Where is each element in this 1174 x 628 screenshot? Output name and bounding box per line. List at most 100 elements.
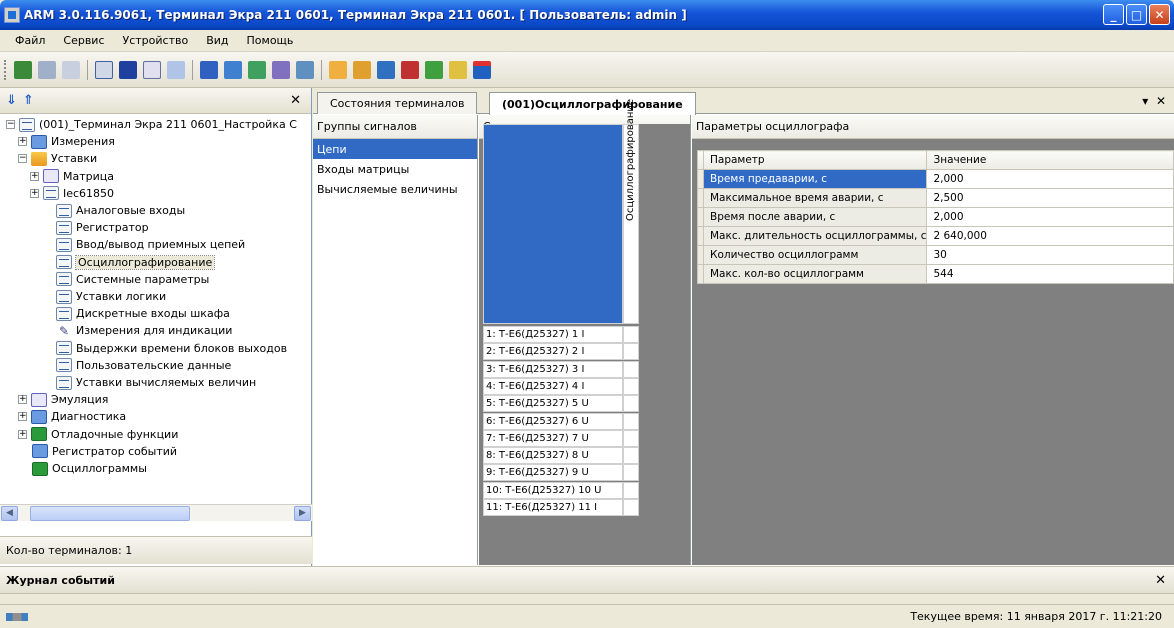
tree-item[interactable]: + Диагностика [18, 408, 126, 425]
tree-item[interactable]: + Отладочные функции [18, 426, 178, 443]
tree-item[interactable]: Системные параметры [56, 271, 209, 288]
close-journal-icon[interactable]: ✕ [1155, 573, 1166, 588]
signal-row[interactable]: 8: Т-Е6(Д25327) 8 U [483, 447, 623, 465]
signal-row[interactable]: 4: Т-Е6(Д25327) 4 I [483, 377, 623, 395]
filter-icon[interactable] [272, 60, 290, 79]
oscillography-checkbox[interactable] [623, 499, 639, 516]
tree-icon[interactable] [248, 60, 266, 79]
tree-item[interactable]: Ввод/вывод приемных цепей [56, 236, 245, 253]
tree-item[interactable]: − Уставки [18, 150, 97, 167]
scroll-right-icon[interactable]: ▶ [294, 506, 311, 521]
maximize-button[interactable]: □ [1126, 4, 1147, 25]
signal-row[interactable]: 2: Т-Е6(Д25327) 2 I [483, 343, 623, 361]
signal-row[interactable]: 3: Т-Е6(Д25327) 3 I [483, 360, 623, 378]
tree-item[interactable]: + Измерения [18, 133, 115, 150]
tree-item[interactable]: Уставки вычисляемых величин [56, 374, 256, 391]
collapse-icon[interactable]: − [6, 120, 15, 129]
layout-dropdown-icon[interactable] [167, 60, 185, 79]
signal-row[interactable]: 6: Т-Е6(Д25327) 6 U [483, 412, 623, 430]
connect-icon[interactable] [14, 60, 32, 79]
arrow-up-icon[interactable]: ⇑ [23, 93, 34, 108]
parameter-value[interactable]: 2 640,000 [926, 226, 1174, 246]
device-list-icon[interactable] [62, 60, 80, 79]
parameter-row[interactable]: Макс. длительность осциллограммы, с2 640… [697, 226, 1174, 246]
menu-file[interactable]: Файл [6, 34, 54, 47]
oscillography-checkbox[interactable] [623, 377, 639, 395]
parameter-value[interactable]: 2,000 [926, 207, 1174, 227]
parameter-row[interactable]: Максимальное время аварии, с 2,500 [697, 188, 1174, 208]
parameter-row[interactable]: Время предаварии, с 2,000 [697, 169, 1174, 189]
disconnect-icon[interactable] [38, 60, 56, 79]
menu-device[interactable]: Устройство [114, 34, 198, 47]
signal-row[interactable]: 11: Т-Е6(Д25327) 11 I [483, 499, 623, 516]
tree-item[interactable]: + Матрица [30, 168, 114, 185]
tree-item[interactable]: − (001)_Терминал Экра 211 0601_Настройка … [6, 116, 297, 133]
expand-icon[interactable]: + [18, 429, 27, 439]
menu-help[interactable]: Помощь [238, 34, 303, 47]
signal-group-item[interactable]: Цепи [313, 139, 477, 159]
tree-item[interactable]: Регистратор событий [32, 443, 177, 460]
signal-groups-list[interactable]: Цепи Входы матрицы Вычисляемые величины [313, 139, 477, 199]
oscillography-checkbox[interactable] [623, 447, 639, 465]
close-button[interactable]: ✕ [1149, 4, 1170, 25]
tree-item[interactable]: Регистратор [56, 219, 149, 236]
parameter-value[interactable]: 544 [926, 264, 1174, 284]
tools-icon[interactable] [449, 60, 467, 79]
signal-row[interactable]: 9: Т-Е6(Д25327) 9 U [483, 464, 623, 482]
signal-row[interactable]: 10: Т-Е6(Д25327) 10 U [483, 481, 623, 499]
tree-item[interactable]: Выдержки времени блоков выходов [56, 340, 287, 357]
close-tab-icon[interactable]: ✕ [1156, 94, 1166, 108]
signal-row[interactable]: 5: Т-Е6(Д25327) 5 U [483, 395, 623, 413]
oscillography-checkbox[interactable] [623, 412, 639, 430]
menu-service[interactable]: Сервис [54, 34, 113, 47]
edit-icon[interactable] [353, 60, 371, 79]
tree-item[interactable]: Аналоговые входы [56, 202, 185, 219]
arrow-down-icon[interactable]: ⇓ [6, 93, 17, 108]
tree-item[interactable]: Осциллографирование [56, 254, 216, 271]
tree-item[interactable]: ✎ Измерения для индикации [56, 322, 232, 339]
oscillography-checkbox[interactable] [623, 464, 639, 482]
signals-grid[interactable]: Осциллографирование 1: Т-Е6(Д25327) 1 I2… [483, 99, 690, 536]
read-icon[interactable] [200, 60, 218, 79]
signal-row[interactable]: 1: Т-Е6(Д25327) 1 I [483, 326, 623, 343]
tab-oscillography[interactable]: (001)Осциллографирование [489, 92, 696, 115]
minimize-button[interactable]: _ [1103, 4, 1124, 25]
close-icon[interactable]: ✕ [290, 93, 301, 108]
open-icon[interactable] [329, 60, 347, 79]
scroll-left-icon[interactable]: ◀ [1, 506, 18, 521]
dropdown-icon[interactable]: ▾ [1142, 94, 1148, 108]
toolbar-grip[interactable] [4, 59, 7, 80]
oscillography-checkbox[interactable] [623, 429, 639, 447]
menu-view[interactable]: Вид [197, 34, 237, 47]
save-icon[interactable] [377, 60, 395, 79]
tree-item[interactable]: Дискретные входы шкафа [56, 305, 230, 322]
scrollbar-thumb[interactable] [30, 506, 190, 521]
panel-icon[interactable] [95, 60, 113, 79]
tree-item[interactable]: + Iec61850 [30, 185, 114, 202]
oscillography-checkbox[interactable] [623, 481, 639, 499]
expand-icon[interactable]: + [18, 137, 27, 147]
expand-icon[interactable]: + [30, 188, 39, 198]
expand-icon[interactable]: + [18, 412, 27, 422]
compare-icon[interactable] [143, 60, 161, 79]
parameter-row[interactable]: Количество осциллограмм 30 [697, 245, 1174, 265]
flag-icon[interactable] [473, 60, 491, 79]
window-icon[interactable] [119, 60, 137, 79]
signal-group-item[interactable]: Вычисляемые величины [313, 179, 477, 199]
signal-group-item[interactable]: Входы матрицы [313, 159, 477, 179]
tree-item[interactable]: Пользовательские данные [56, 357, 231, 374]
oscillography-checkbox[interactable] [623, 343, 639, 361]
oscillography-checkbox[interactable] [623, 326, 639, 343]
oscillography-checkbox[interactable] [623, 395, 639, 413]
parameter-value[interactable]: 30 [926, 245, 1174, 265]
device-tree[interactable]: − (001)_Терминал Экра 211 0601_Настройка … [0, 116, 312, 501]
signals-selection[interactable] [483, 124, 623, 324]
settings-icon[interactable] [296, 60, 314, 79]
parameter-value[interactable]: 2,500 [926, 188, 1174, 208]
oscillogram-icon[interactable] [401, 60, 419, 79]
parameter-row[interactable]: Время после аварии, с 2,000 [697, 207, 1174, 227]
write-icon[interactable] [224, 60, 242, 79]
tree-item[interactable]: + Эмуляция [18, 391, 108, 408]
expand-icon[interactable]: + [30, 171, 39, 181]
parameter-row[interactable]: Макс. кол-во осциллограмм 544 [697, 264, 1174, 284]
